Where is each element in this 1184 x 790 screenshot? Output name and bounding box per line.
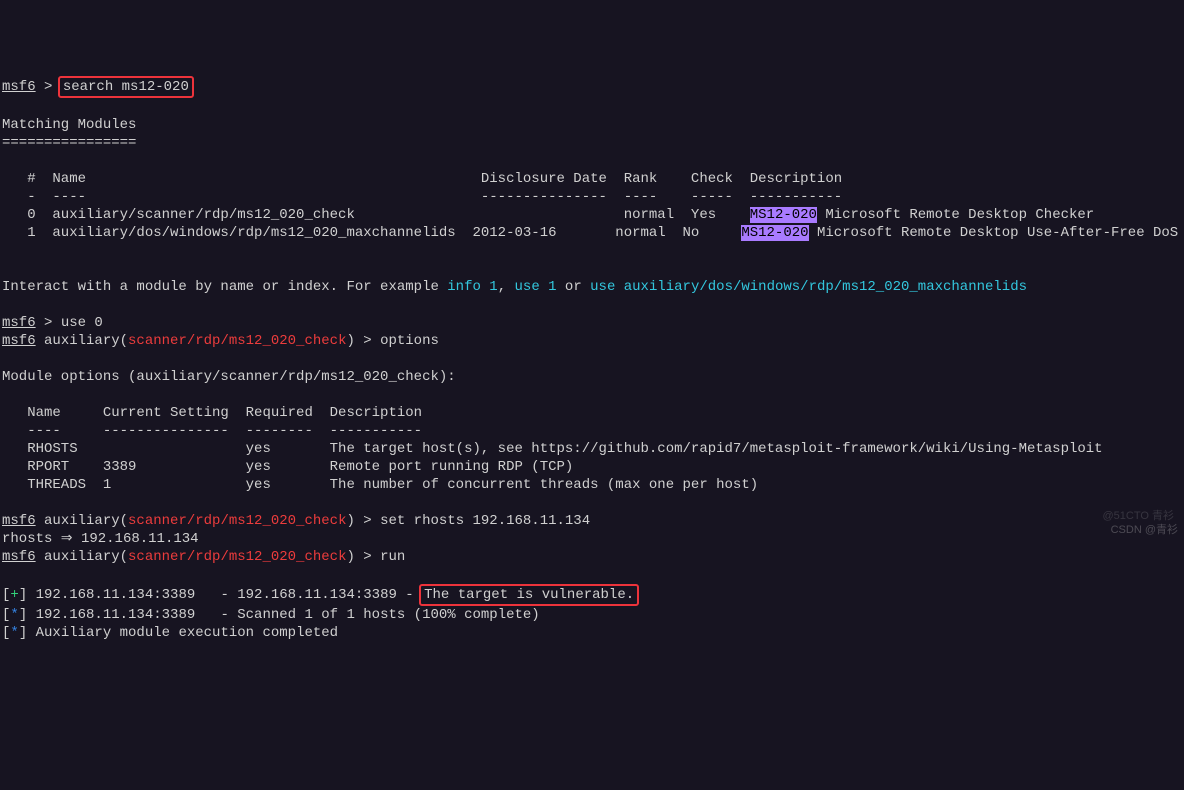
highlighted-result-vulnerable: The target is vulnerable.	[419, 584, 639, 606]
matching-modules-underline: ================	[2, 135, 136, 151]
status-star-icon: [*]	[2, 625, 27, 641]
cve-tag: MS12-020	[750, 207, 817, 223]
command-set-rhosts[interactable]: set rhosts 192.168.11.134	[380, 513, 590, 529]
status-plus-icon: [+]	[2, 587, 27, 603]
options-row: THREADS 1 yes The number of concurrent t…	[2, 477, 758, 493]
module-path: scanner/rdp/ms12_020_check	[128, 333, 346, 349]
cve-tag: MS12-020	[741, 225, 808, 241]
terminal-output: msf6 > search ms12-020 Matching Modules …	[2, 76, 1184, 642]
command-use[interactable]: use 0	[61, 315, 103, 331]
options-header: Name Current Setting Required Descriptio…	[2, 405, 422, 421]
prompt-msf: msf6	[2, 333, 36, 349]
command-options[interactable]: options	[380, 333, 439, 349]
watermark: CSDN @青衫	[1111, 521, 1178, 539]
matching-modules-header: Matching Modules	[2, 117, 136, 133]
prompt-msf: msf6	[2, 79, 36, 95]
status-star-icon: [*]	[2, 607, 27, 623]
prompt-msf: msf6	[2, 315, 36, 331]
options-underline: ---- --------------- -------- ----------…	[2, 423, 422, 439]
table-row: 0 auxiliary/scanner/rdp/ms12_020_check n…	[2, 207, 750, 223]
interact-text: Interact with a module by name or index.…	[2, 279, 447, 295]
table-underline: - ---- --------------- ---- ----- ------…	[2, 189, 842, 205]
table-header: # Name Disclosure Date Rank Check Descri…	[2, 171, 842, 187]
command-run[interactable]: run	[380, 549, 405, 565]
prompt-msf: msf6	[2, 549, 36, 565]
options-row: RPORT 3389 yes Remote port running RDP (…	[2, 459, 573, 475]
module-path: scanner/rdp/ms12_020_check	[128, 513, 346, 529]
module-path: scanner/rdp/ms12_020_check	[128, 549, 346, 565]
options-row: RHOSTS yes The target host(s), see https…	[2, 441, 1103, 457]
module-options-header: Module options (auxiliary/scanner/rdp/ms…	[2, 369, 456, 385]
table-row: 1 auxiliary/dos/windows/rdp/ms12_020_max…	[2, 225, 741, 241]
prompt-msf: msf6	[2, 513, 36, 529]
highlighted-command-search: search ms12-020	[58, 76, 194, 98]
rhosts-result: rhosts ⇒ 192.168.11.134	[2, 531, 199, 547]
